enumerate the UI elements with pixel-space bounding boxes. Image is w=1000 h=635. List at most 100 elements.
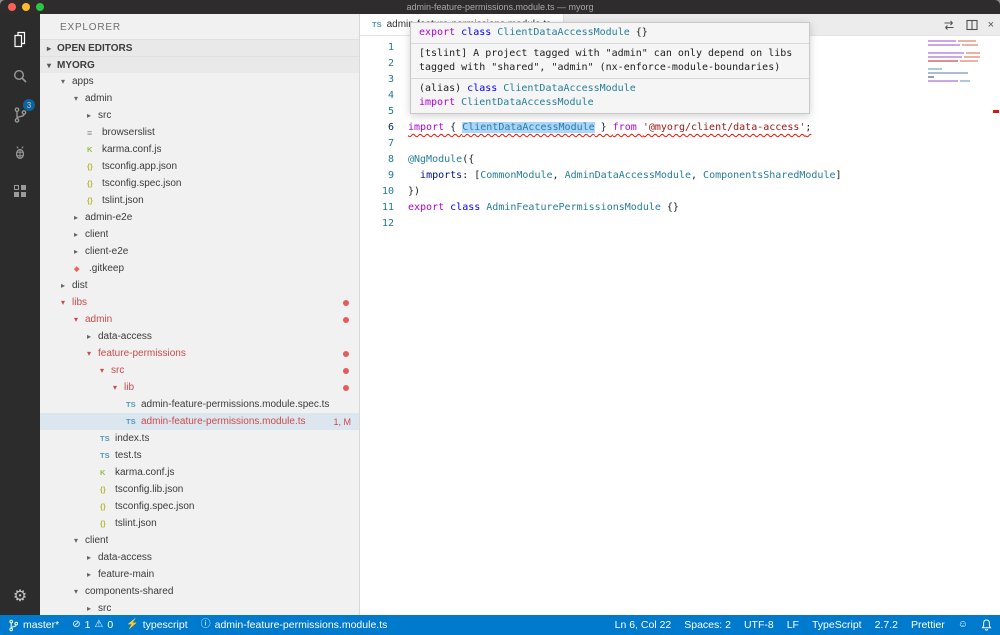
code-line-11[interactable]: export class AdminFeaturePermissionsModu… xyxy=(408,200,1000,216)
json-file-icon: {} xyxy=(100,502,115,511)
chevron-right-icon: ▸ xyxy=(87,604,98,613)
minimap-line xyxy=(928,40,986,42)
tree-folder-src[interactable]: ▾src xyxy=(40,362,359,379)
chevron-down-icon: ▾ xyxy=(74,587,85,596)
active-file-status[interactable]: ⓘ admin-feature-permissions.module.ts xyxy=(201,619,388,631)
minimap-line xyxy=(928,72,986,74)
tree-file-tslint.json[interactable]: {}tslint.json xyxy=(40,515,359,532)
tree-file-test.ts[interactable]: TStest.ts xyxy=(40,447,359,464)
tree-file-tslint.json[interactable]: {}tslint.json xyxy=(40,192,359,209)
tslint-status[interactable]: ⚡ typescript xyxy=(126,619,187,631)
minimap[interactable] xyxy=(928,40,986,84)
close-editor-icon[interactable]: × xyxy=(988,20,994,31)
settings-gear-icon[interactable]: ⚙ xyxy=(13,589,27,605)
editor-area: TS admin-feature-permissions.module.ts ×… xyxy=(360,14,1000,615)
tree-file-tsconfig.spec.json[interactable]: {}tsconfig.spec.json xyxy=(40,175,359,192)
section-open-editors[interactable]: ▸ OPEN EDITORS xyxy=(40,39,359,56)
minimap-line xyxy=(928,80,986,82)
tree-folder-client[interactable]: ▸client xyxy=(40,226,359,243)
minimap-line xyxy=(928,68,986,70)
tree-folder-dist[interactable]: ▸dist xyxy=(40,277,359,294)
tree-item-label: libs xyxy=(72,297,87,308)
debug-bug-icon xyxy=(10,143,30,163)
tree-folder-data-access[interactable]: ▸data-access xyxy=(40,328,359,345)
code-line-8[interactable]: @NgModule({ xyxy=(408,152,1000,168)
close-window-button[interactable] xyxy=(8,3,16,11)
tree-folder-admin[interactable]: ▾admin xyxy=(40,90,359,107)
tree-folder-feature-permissions[interactable]: ▾feature-permissions xyxy=(40,345,359,362)
code-container[interactable]: 123456789101112 import { ClientDataAcces… xyxy=(360,36,1000,615)
activity-source-control[interactable]: 3 xyxy=(0,96,40,134)
minimap-line xyxy=(928,60,986,62)
code-line-10[interactable]: }) xyxy=(408,184,1000,200)
activity-search[interactable] xyxy=(0,58,40,96)
line-number: 9 xyxy=(360,168,408,184)
tree-folder-src[interactable]: ▸src xyxy=(40,600,359,615)
tree-folder-libs[interactable]: ▾libs xyxy=(40,294,359,311)
activity-extensions[interactable] xyxy=(0,172,40,210)
minimize-window-button[interactable] xyxy=(22,3,30,11)
section-root-folder[interactable]: ▾ MYORG xyxy=(40,56,359,73)
tree-file-browserslist[interactable]: ≡browserslist xyxy=(40,124,359,141)
tree-folder-data-access[interactable]: ▸data-access xyxy=(40,549,359,566)
tree-folder-apps[interactable]: ▾apps xyxy=(40,73,359,90)
tree-item-label: admin-e2e xyxy=(85,212,132,223)
line-number: 12 xyxy=(360,216,408,232)
problems-status[interactable]: ⊘ 1 ⚠ 0 xyxy=(72,619,113,631)
open-changes-icon[interactable] xyxy=(942,18,956,32)
editor-actions: × xyxy=(942,14,994,36)
tree-file-karma.conf.js[interactable]: Kkarma.conf.js xyxy=(40,464,359,481)
notifications-bell[interactable] xyxy=(981,619,992,631)
activity-explorer[interactable] xyxy=(0,20,40,58)
encoding-setting[interactable]: UTF-8 xyxy=(744,619,774,631)
activity-bar: 3 ⚙ xyxy=(0,14,40,615)
tree-file-tsconfig.app.json[interactable]: {}tsconfig.app.json xyxy=(40,158,359,175)
tree-file-.gitkeep[interactable]: ◆.gitkeep xyxy=(40,260,359,277)
eol-setting[interactable]: LF xyxy=(787,619,799,631)
chevron-down-icon: ▾ xyxy=(87,349,98,358)
hover-code-line: import ClientDataAccessModule xyxy=(419,96,801,110)
tree-folder-admin-e2e[interactable]: ▸admin-e2e xyxy=(40,209,359,226)
minimap-line xyxy=(928,52,986,54)
tree-file-karma.conf.js[interactable]: Kkarma.conf.js xyxy=(40,141,359,158)
tree-file-admin-feature-permissions.module.ts[interactable]: TSadmin-feature-permissions.module.ts1, … xyxy=(40,413,359,430)
json-file-icon: {} xyxy=(100,519,115,528)
minimap-line xyxy=(928,56,986,58)
tree-file-tsconfig.spec.json[interactable]: {}tsconfig.spec.json xyxy=(40,498,359,515)
split-editor-icon[interactable] xyxy=(965,18,979,32)
indentation-setting[interactable]: Spaces: 2 xyxy=(684,619,731,631)
feedback-smiley[interactable]: ☺ xyxy=(958,620,968,630)
tree-folder-feature-main[interactable]: ▸feature-main xyxy=(40,566,359,583)
tree-folder-lib[interactable]: ▾lib xyxy=(40,379,359,396)
error-dot-indicator xyxy=(343,368,349,374)
zoom-window-button[interactable] xyxy=(36,3,44,11)
tree-file-admin-feature-permissions.module.spec.ts[interactable]: TSadmin-feature-permissions.module.spec.… xyxy=(40,396,359,413)
formatter-status[interactable]: Prettier xyxy=(911,619,945,631)
git-branch-status[interactable]: master* xyxy=(8,619,59,632)
activity-debug[interactable] xyxy=(0,134,40,172)
ts-file-icon: TS xyxy=(100,451,115,460)
json-file-icon: {} xyxy=(87,196,102,205)
tree-item-label: tslint.json xyxy=(102,195,144,206)
code-line-7[interactable] xyxy=(408,136,1000,152)
tree-folder-src[interactable]: ▸src xyxy=(40,107,359,124)
tree-folder-client[interactable]: ▾client xyxy=(40,532,359,549)
chevron-right-icon: ▸ xyxy=(87,553,98,562)
typescript-version[interactable]: 2.7.2 xyxy=(875,619,898,631)
tree-file-index.ts[interactable]: TSindex.ts xyxy=(40,430,359,447)
overview-ruler[interactable] xyxy=(992,36,1000,615)
vscode-window: admin-feature-permissions.module.ts — my… xyxy=(0,0,1000,635)
code-line-9[interactable]: imports: [CommonModule, AdminDataAccessM… xyxy=(408,168,1000,184)
tree-folder-components-shared[interactable]: ▾components-shared xyxy=(40,583,359,600)
window-title: admin-feature-permissions.module.ts — my… xyxy=(406,2,593,12)
line-numbers-gutter[interactable]: 123456789101112 xyxy=(360,36,408,615)
tree-folder-admin[interactable]: ▾admin xyxy=(40,311,359,328)
tree-file-tsconfig.lib.json[interactable]: {}tsconfig.lib.json xyxy=(40,481,359,498)
error-marker xyxy=(993,110,999,113)
code-line-6[interactable]: import { ClientDataAccessModule } from '… xyxy=(408,120,1000,136)
language-mode[interactable]: TypeScript xyxy=(812,619,862,631)
tree-folder-client-e2e[interactable]: ▸client-e2e xyxy=(40,243,359,260)
cursor-position[interactable]: Ln 6, Col 22 xyxy=(615,619,672,631)
code-line-12[interactable] xyxy=(408,216,1000,232)
code-content[interactable]: import { ClientDataAccessModule } from '… xyxy=(408,36,1000,615)
